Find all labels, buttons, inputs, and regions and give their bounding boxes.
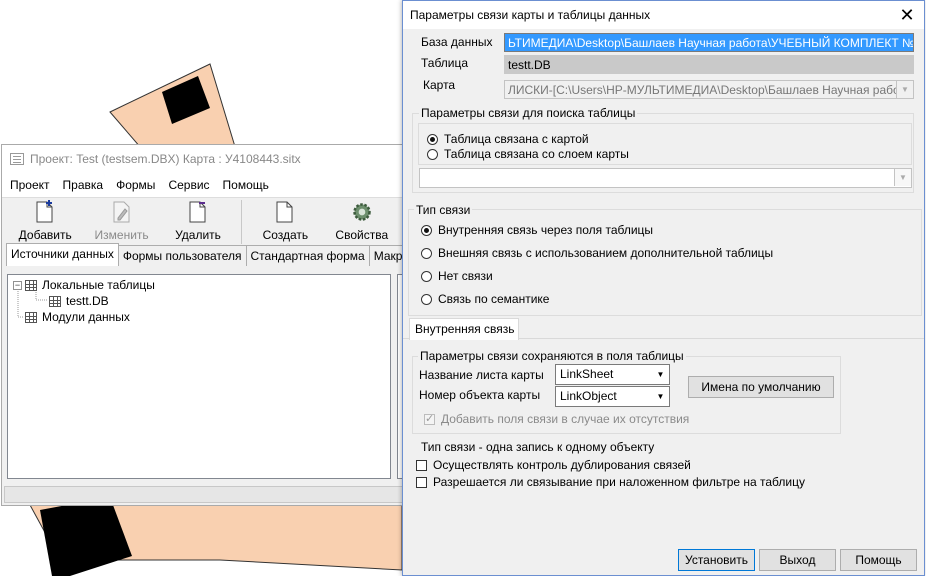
new-document-icon: [276, 201, 293, 223]
radio-button-icon: [421, 247, 432, 259]
map-combo[interactable]: ЛИСКИ-[C:\Users\HP-МУЛЬТИМЕДИА\Desktop\Б…: [504, 80, 914, 99]
map-combo-value: ЛИСКИ-[C:\Users\HP-МУЛЬТИМЕДИА\Desktop\Б…: [508, 83, 914, 97]
add-document-icon: [36, 200, 53, 223]
tab-standard-form[interactable]: Стандартная форма: [245, 245, 370, 266]
radio-linked-to-layer-label: Таблица связана со слоем карты: [444, 147, 629, 161]
filter-link-label: Разрешается ли связывание при наложенном…: [433, 475, 805, 489]
install-button[interactable]: Установить: [678, 549, 755, 571]
help-button[interactable]: Помощь: [840, 549, 917, 571]
filter-link-checkbox[interactable]: Разрешается ли связывание при наложенном…: [416, 475, 805, 489]
edit-button[interactable]: Изменить: [88, 198, 154, 246]
radio-no-link[interactable]: Нет связи: [421, 269, 493, 283]
project-menubar: Проект Правка Формы Сервис Помощь: [2, 173, 405, 197]
map-label: Карта: [423, 78, 456, 92]
sheet-name-label: Название листа карты: [419, 368, 544, 382]
object-number-value: LinkObject: [560, 389, 617, 403]
menu-project[interactable]: Проект: [10, 178, 50, 192]
tree-lines: [17, 289, 48, 318]
table-field[interactable]: testt.DB: [504, 55, 914, 74]
menu-forms[interactable]: Формы: [116, 178, 155, 192]
add-fields-label: Добавить поля связи в случае их отсутств…: [441, 412, 690, 426]
delete-document-icon: [189, 201, 206, 223]
database-field[interactable]: ЬТИМЕДИА\Desktop\Башлаев Научная работа\…: [504, 33, 914, 52]
menu-service[interactable]: Сервис: [168, 178, 209, 192]
layer-combo[interactable]: ▼: [419, 168, 912, 188]
radio-outer-link-label: Внешняя связь с использованием дополните…: [438, 246, 774, 260]
project-window: Проект: Test (testsem.DBX) Карта : У4108…: [1, 144, 429, 506]
gear-icon: [353, 203, 371, 221]
properties-button[interactable]: Свойства: [329, 198, 395, 246]
close-icon[interactable]: ✕: [890, 1, 924, 29]
object-number-combo[interactable]: LinkObject ▼: [555, 386, 670, 407]
radio-button-icon: [427, 148, 438, 160]
radio-linked-to-layer[interactable]: Таблица связана со слоем карты: [427, 147, 629, 161]
tab-inner-link[interactable]: Внутренняя связь: [409, 318, 519, 340]
radio-linked-to-map-label: Таблица связана с картой: [444, 132, 589, 146]
duplicate-control-label: Осуществлять контроль дублирования связе…: [433, 458, 691, 472]
tab-user-forms[interactable]: Формы пользователя: [117, 245, 247, 266]
edit-label: Изменить: [94, 228, 149, 242]
dialog-title: Параметры связи карты и таблицы данных: [410, 8, 651, 22]
radio-linked-to-map[interactable]: Таблица связана с картой: [427, 132, 589, 146]
project-title: Проект: Test (testsem.DBX) Карта : У4108…: [30, 152, 301, 166]
object-number-label: Номер объекта карты: [419, 388, 541, 402]
create-button[interactable]: Создать: [252, 198, 318, 246]
sheet-name-value: LinkSheet: [560, 367, 614, 381]
link-parameters-dialog: Параметры связи карты и таблицы данных ✕…: [402, 0, 925, 576]
radio-no-link-label: Нет связи: [438, 269, 493, 283]
checkbox-icon: [416, 459, 427, 471]
tab-data-sources[interactable]: Источники данных: [6, 243, 119, 266]
radio-button-icon: [427, 133, 438, 145]
dialog-titlebar: Параметры связи карты и таблицы данных ✕: [403, 1, 924, 29]
search-params-title: Параметры связи для поиска таблицы: [419, 106, 638, 120]
radio-button-icon: [421, 224, 432, 236]
add-label: Добавить: [18, 228, 72, 242]
project-titlebar: Проект: Test (testsem.DBX) Карта : У4108…: [2, 145, 405, 173]
menu-edit[interactable]: Правка: [63, 178, 104, 192]
fields-group-title: Параметры связи сохраняются в поля табли…: [418, 349, 686, 363]
checkbox-icon: [416, 476, 427, 488]
link-type-title: Тип связи: [414, 203, 473, 217]
toolbar-separator: [241, 200, 243, 244]
tree-label-table: testt.DB: [66, 294, 109, 308]
database-label: База данных: [421, 35, 493, 49]
data-source-tree[interactable]: − Локальные таблицы testt.DB Модули данн…: [7, 274, 391, 479]
add-fields-checkbox[interactable]: Добавить поля связи в случае их отсутств…: [424, 412, 689, 426]
radio-outer-link[interactable]: Внешняя связь с использованием дополните…: [421, 246, 773, 260]
add-button[interactable]: Добавить: [12, 198, 78, 246]
app-icon: [10, 153, 24, 165]
project-tabs: Источники данных Формы пользователя Стан…: [6, 243, 429, 267]
edit-document-icon: [113, 201, 130, 223]
menu-help[interactable]: Помощь: [223, 178, 269, 192]
chevron-down-icon: ▼: [896, 81, 913, 98]
default-names-button[interactable]: Имена по умолчанию: [688, 376, 834, 398]
radio-inner-link-label: Внутренняя связь через поля таблицы: [438, 223, 654, 237]
properties-label: Свойства: [335, 228, 389, 242]
create-label: Создать: [262, 228, 309, 242]
chevron-down-icon: ▼: [652, 387, 669, 406]
radio-button-icon: [421, 270, 432, 282]
exit-button[interactable]: Выход: [759, 549, 836, 571]
project-toolbar: Добавить Изменить Удалить Создать Свойст…: [2, 197, 405, 247]
sheet-name-combo[interactable]: LinkSheet ▼: [555, 364, 670, 385]
project-statusbar: [4, 486, 404, 503]
delete-label: Удалить: [175, 228, 221, 242]
radio-inner-link[interactable]: Внутренняя связь через поля таблицы: [421, 223, 653, 237]
table-label: Таблица: [421, 56, 469, 70]
checkbox-icon: [424, 412, 435, 425]
radio-semantic-link-label: Связь по семантике: [438, 292, 550, 306]
delete-button[interactable]: Удалить: [165, 198, 231, 246]
radio-button-icon: [421, 293, 432, 305]
chevron-down-icon: ▼: [652, 365, 669, 384]
chevron-down-icon: ▼: [894, 169, 911, 186]
radio-semantic-link[interactable]: Связь по семантике: [421, 292, 549, 306]
link-kind-text: Тип связи - одна запись к одному объекту: [421, 440, 655, 454]
duplicate-control-checkbox[interactable]: Осуществлять контроль дублирования связе…: [416, 458, 691, 472]
